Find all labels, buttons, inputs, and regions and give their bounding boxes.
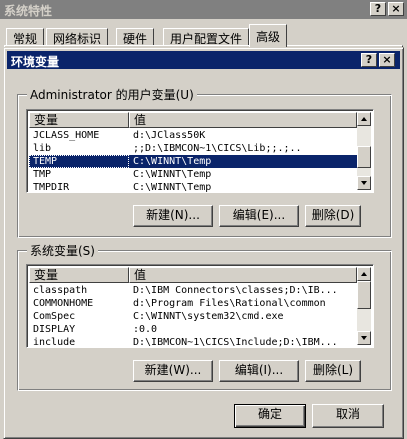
arrow-down-icon (361, 336, 367, 340)
ok-button[interactable]: 确定 (234, 404, 306, 428)
list-row[interactable]: lib ;;D:\IBMCON~1\CICS\Lib;;.;.. (29, 142, 357, 155)
column-header-value[interactable]: 值 (129, 267, 357, 283)
tab-bar: 常规 网络标识 硬件 用户配置文件 高级 (4, 24, 404, 47)
list-row[interactable]: include D:\IBMCON~1\CICS\Include;D:\IBM..… (29, 336, 357, 348)
user-variables-label: Administrator 的用户变量(U) (27, 86, 197, 103)
arrow-down-icon (361, 181, 367, 185)
dialog-title-bar[interactable]: 环境变量 ? × (7, 51, 400, 69)
list-row[interactable]: JCLASS_HOME d:\JClass50K (29, 129, 357, 142)
scroll-thumb[interactable] (357, 146, 371, 168)
variable-name: COMMONHOME (33, 298, 94, 309)
column-header-value[interactable]: 值 (129, 112, 357, 128)
tab-advanced[interactable]: 高级 (249, 24, 288, 47)
system-delete-button[interactable]: 删除(L) (305, 360, 361, 382)
variable-value: C:\WINNT\Temp (133, 182, 212, 193)
list-row[interactable]: COMMONHOME d:\Program Files\Rational\comm… (29, 297, 357, 310)
variable-name: include (33, 337, 76, 348)
variable-value: d:\JClass50K (133, 130, 206, 141)
variable-name: TMP (33, 169, 52, 180)
variable-value: C:\WINNT\Temp (133, 156, 212, 167)
user-new-button[interactable]: 新建(N)... (133, 205, 213, 227)
scroll-down-button[interactable] (357, 331, 371, 345)
variable-name: lib (33, 143, 52, 154)
cancel-button[interactable]: 取消 (312, 404, 384, 428)
dialog-help-button[interactable]: ? (361, 53, 377, 67)
scroll-down-button[interactable] (357, 176, 371, 190)
system-edit-button[interactable]: 编辑(I)... (219, 360, 299, 382)
outer-close-button[interactable]: × (388, 2, 404, 16)
list-row[interactable]: ComSpec C:\WINNT\system32\cmd.exe (29, 310, 357, 323)
system-variables-label: 系统变量(S) (27, 242, 98, 259)
variable-name: JCLASS_HOME (33, 130, 100, 141)
list-row[interactable]: TEMP C:\WINNT\Temp (29, 155, 357, 168)
variable-value: ;;D:\IBMCON~1\CICS\Lib;;.;.. (133, 143, 302, 154)
variable-value: C:\WINNT\system32\cmd.exe (133, 311, 284, 322)
tab-hardware[interactable]: 硬件 (116, 28, 155, 46)
user-delete-button[interactable]: 删除(D) (305, 205, 361, 227)
arrow-up-icon (361, 117, 367, 121)
system-list-scrollbar[interactable] (357, 267, 371, 345)
system-variables-list[interactable]: 变量 值 classpath D:\IBM Connectors\classes;… (26, 264, 374, 348)
variable-name: TMPDIR (33, 182, 70, 193)
variable-value: d:\Program Files\Rational\common (133, 298, 326, 309)
outer-title-bar: 系统特性 (0, 0, 407, 19)
tab-network-id[interactable]: 网络标识 (46, 28, 109, 46)
list-row[interactable]: DISPLAY :0.0 (29, 323, 357, 336)
variable-name: TEMP (29, 155, 129, 168)
variable-value: D:\IBM Connectors\classes;D:\IB... (133, 285, 338, 296)
column-header-variable[interactable]: 变量 (29, 112, 129, 128)
scroll-up-button[interactable] (357, 267, 371, 281)
outer-help-button[interactable]: ? (370, 2, 386, 16)
column-header-variable[interactable]: 变量 (29, 267, 129, 283)
variable-value: C:\WINNT\Temp (133, 169, 212, 180)
tab-user-profiles[interactable]: 用户配置文件 (163, 28, 250, 46)
system-list-rows: classpath D:\IBM Connectors\classes;D:\IB… (29, 284, 357, 348)
user-list-scrollbar[interactable] (357, 112, 371, 190)
dialog-close-button[interactable]: × (379, 53, 395, 67)
variable-value: D:\IBMCON~1\CICS\Include;D:\IBM... (133, 337, 338, 348)
arrow-up-icon (361, 272, 367, 276)
list-row[interactable]: classpath D:\IBM Connectors\classes;D:\IB… (29, 284, 357, 297)
variable-value: :0.0 (133, 324, 158, 335)
user-list-header: 变量 值 (29, 112, 357, 128)
user-edit-button[interactable]: 编辑(E)... (219, 205, 299, 227)
scroll-up-button[interactable] (357, 112, 371, 126)
variable-name: classpath (33, 285, 88, 296)
dialog-title: 环境变量 (11, 55, 60, 69)
system-list-header: 变量 值 (29, 267, 357, 283)
outer-window-title: 系统特性 (4, 4, 53, 18)
system-new-button[interactable]: 新建(W)... (133, 360, 213, 382)
scroll-thumb[interactable] (357, 281, 371, 309)
list-row[interactable]: TMP C:\WINNT\Temp (29, 168, 357, 181)
tab-general[interactable]: 常规 (6, 28, 45, 46)
user-list-rows: JCLASS_HOME d:\JClass50K lib ;;D:\IBMCON~1\… (29, 129, 357, 193)
user-variables-list[interactable]: 变量 值 JCLASS_HOME d:\JClass50K lib ;;D:\IBMC… (26, 109, 374, 193)
list-row[interactable]: TMPDIR C:\WINNT\Temp (29, 181, 357, 193)
environment-variables-dialog: 环境变量 ? × Administrator 的用户变量(U) 变量 值 JCL… (3, 47, 404, 439)
variable-name: ComSpec (33, 311, 76, 322)
variable-name: DISPLAY (33, 324, 76, 335)
